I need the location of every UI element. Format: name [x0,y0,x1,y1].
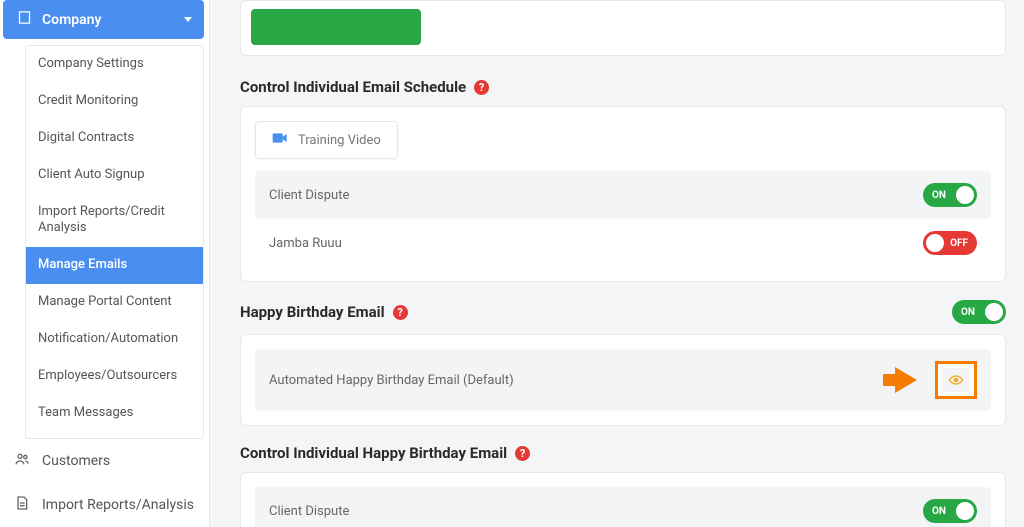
section-title-birthday: Happy Birthday Email ? ON [240,300,1006,324]
main-content: Control Individual Email Schedule ? Trai… [210,0,1024,527]
toggle-knob [956,186,974,204]
sidebar-label: Customers [42,453,110,469]
toggle-label: ON [961,307,975,318]
section-title-schedule: Control Individual Email Schedule ? [240,78,1006,96]
sidebar-item-notification-automation[interactable]: Notification/Automation [26,321,203,358]
building-icon [17,10,32,29]
toggle-knob [926,234,944,252]
schedule-row: Jamba Ruuu OFF [255,219,991,267]
row-label: Client Dispute [269,188,349,203]
training-video-label: Training Video [298,133,381,148]
training-video-button[interactable]: Training Video [255,121,398,159]
sidebar-item-credit-monitoring[interactable]: Credit Monitoring [26,83,203,120]
sidebar-item-manage-emails[interactable]: Manage Emails [26,247,203,284]
green-button[interactable] [251,9,421,45]
birthday-control-card: Client Dispute ON Jamba Ruuu ON [240,472,1006,527]
sidebar-item-digital-contracts[interactable]: Digital Contracts [26,120,203,157]
schedule-row: Client Dispute ON [255,171,991,219]
toggle-knob [985,303,1003,321]
callout-arrow-icon [895,367,917,393]
toggle-on[interactable]: ON [923,183,977,207]
sidebar-item-letter-vault[interactable]: Letter Vault [26,432,203,439]
help-icon[interactable]: ? [515,446,530,461]
help-icon[interactable]: ? [474,80,489,95]
video-icon [272,132,288,148]
row-label: Client Dispute [269,504,349,519]
sidebar-item-customers[interactable]: Customers [0,439,209,483]
sidebar: Company Company Settings Credit Monitori… [0,0,210,527]
sidebar-item-team-messages[interactable]: Team Messages [26,395,203,432]
users-icon [14,451,30,471]
birthday-row: Automated Happy Birthday Email (Default) [255,349,991,411]
sidebar-header-label: Company [42,12,101,28]
document-icon [14,495,30,515]
toggle-off[interactable]: OFF [923,231,977,255]
sidebar-item-employees[interactable]: Employees/Outsourcers [26,358,203,395]
birthday-control-row: Client Dispute ON [255,487,991,527]
row-label: Automated Happy Birthday Email (Default) [269,373,514,388]
sidebar-submenu: Company Settings Credit Monitoring Digit… [25,45,204,439]
chevron-down-icon [184,17,192,22]
sidebar-item-import-analysis[interactable]: Import Reports/Analysis [0,483,209,527]
toggle-label: ON [932,506,946,517]
sidebar-item-company-settings[interactable]: Company Settings [26,46,203,83]
top-card [240,0,1006,56]
sidebar-label: Import Reports/Analysis [42,497,194,513]
help-icon[interactable]: ? [393,305,408,320]
sidebar-item-client-auto-signup[interactable]: Client Auto Signup [26,157,203,194]
toggle-label: OFF [950,238,968,249]
sidebar-item-import-reports[interactable]: Import Reports/Credit Analysis [26,194,203,248]
schedule-card: Training Video Client Dispute ON Jamba R… [240,106,1006,282]
section-title-text: Control Individual Happy Birthday Email [240,444,507,462]
birthday-card: Automated Happy Birthday Email (Default) [240,334,1006,426]
toggle-on[interactable]: ON [923,499,977,523]
section-title-birthday-control: Control Individual Happy Birthday Email … [240,444,1006,462]
preview-button[interactable] [942,368,970,392]
sidebar-item-manage-portal[interactable]: Manage Portal Content [26,284,203,321]
row-label: Jamba Ruuu [269,236,342,251]
toggle-knob [956,502,974,520]
toggle-label: ON [932,190,946,201]
sidebar-company-header[interactable]: Company [3,0,204,39]
section-title-text: Happy Birthday Email [240,303,385,321]
toggle-on[interactable]: ON [952,300,1006,324]
section-title-text: Control Individual Email Schedule [240,78,466,96]
callout-highlight [935,361,977,399]
